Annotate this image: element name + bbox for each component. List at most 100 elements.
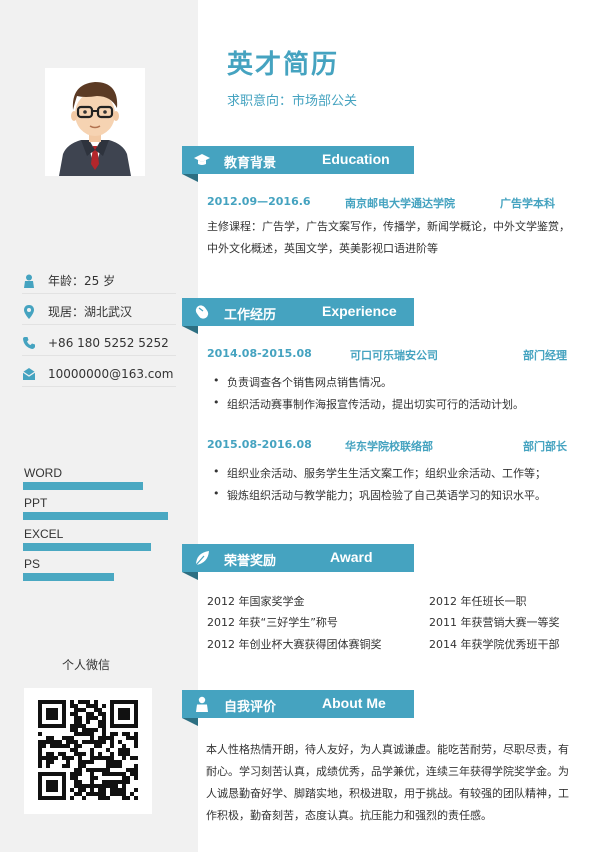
avatar-illustration: [45, 68, 145, 176]
qr-module: [74, 780, 78, 784]
courses-line-2: 中外文化概述，英国文学，英美影视口语进阶等: [207, 242, 438, 255]
qr-module: [106, 784, 110, 788]
avatar: [45, 68, 145, 176]
qr-module: [82, 752, 86, 756]
qr-module: [74, 712, 78, 716]
section-title-en: Award: [330, 549, 373, 565]
qr-module: [98, 708, 102, 712]
qr-module: [102, 712, 106, 716]
qr-module: [58, 740, 62, 744]
qr-module: [82, 764, 86, 768]
qr-module: [90, 752, 94, 756]
qr-module: [94, 744, 98, 748]
skill-bar-ps: [23, 573, 114, 581]
header-fold: [182, 174, 198, 182]
qr-module: [74, 724, 78, 728]
qr-module: [98, 756, 102, 760]
qr-module: [126, 732, 130, 736]
qr-module: [70, 700, 74, 704]
bullet-text: 负责调查各个销售网点销售情况。: [227, 376, 392, 389]
qr-module: [86, 732, 90, 736]
qr-module: [62, 756, 66, 760]
qr-module: [94, 728, 98, 732]
qr-finder: [46, 708, 58, 720]
award-item: 2012 年任班长一职: [429, 595, 527, 608]
qr-module: [70, 728, 74, 732]
graduation-cap-icon: [194, 154, 210, 165]
qr-module: [66, 744, 70, 748]
qr-module: [58, 744, 62, 748]
qr-module: [98, 712, 102, 716]
section-header-about: 自我评价 About Me: [182, 690, 414, 726]
section-title-en: Education: [322, 151, 390, 167]
person-icon: [196, 696, 208, 712]
qr-module: [94, 716, 98, 720]
qr-module: [122, 756, 126, 760]
qr-module: [102, 784, 106, 788]
qr-module: [106, 748, 110, 752]
qr-module: [106, 796, 110, 800]
qr-module: [114, 764, 118, 768]
qr-module: [126, 780, 130, 784]
qr-module: [102, 792, 106, 796]
qr-module: [46, 760, 50, 764]
qr-module: [66, 756, 70, 760]
qr-module: [54, 740, 58, 744]
section-title-zh: 荣誉奖励: [224, 554, 277, 569]
qr-module: [134, 764, 138, 768]
qr-module: [110, 792, 114, 796]
qr-module: [134, 788, 138, 792]
qr-module: [66, 764, 70, 768]
job-company: 可口可乐瑞安公司: [350, 349, 438, 362]
qr-module: [90, 792, 94, 796]
mouse-icon: [195, 305, 209, 319]
bullet-text: 组织活动赛事制作海报宣传活动，提出切实可行的活动计划。: [227, 398, 524, 411]
courses-line-1: 主修课程：广告学，广告文案写作，传播学，新闻学概论，中外文学鉴赏，: [207, 220, 570, 233]
qr-module: [102, 796, 106, 800]
resume-page: 年龄：25 岁 现居：湖北武汉 +86 180 5252 5252 100000…: [0, 0, 604, 852]
qr-module: [74, 708, 78, 712]
qr-module: [70, 736, 74, 740]
qr-module: [78, 708, 82, 712]
qr-module: [78, 724, 82, 728]
qr-module: [42, 744, 46, 748]
qr-module: [70, 740, 74, 744]
main-content: 英才简历 求职意向：市场部公关 教育背景 Education 2012.09—2…: [182, 0, 604, 852]
qr-module: [114, 772, 118, 776]
qr-module: [118, 748, 122, 752]
qr-module: [94, 740, 98, 744]
job-company: 华东学院校联络部: [345, 440, 433, 453]
qr-module: [102, 728, 106, 732]
qr-module: [126, 796, 130, 800]
qr-module: [38, 756, 42, 760]
skill-bar-excel: [23, 543, 151, 551]
qr-module: [62, 736, 66, 740]
qr-module: [106, 780, 110, 784]
qr-module: [110, 760, 114, 764]
qr-module: [110, 772, 114, 776]
qr-module: [134, 796, 138, 800]
skill-label-word: WORD: [24, 466, 62, 480]
qr-module: [94, 700, 98, 704]
qr-module: [90, 736, 94, 740]
phone-text: +86 180 5252 5252: [48, 335, 169, 350]
qr-module: [78, 716, 82, 720]
wechat-qr-code: [24, 688, 152, 814]
qr-module: [82, 784, 86, 788]
qr-module: [38, 740, 42, 744]
qr-module: [58, 752, 62, 756]
qr-module: [86, 784, 90, 788]
qr-module: [110, 736, 114, 740]
qr-module: [82, 740, 86, 744]
qr-module: [118, 788, 122, 792]
qr-module: [90, 728, 94, 732]
section-title-zh: 自我评价: [224, 700, 277, 715]
skill-label-ppt: PPT: [24, 496, 48, 510]
qr-module: [90, 732, 94, 736]
qr-module: [74, 728, 78, 732]
qr-module: [74, 748, 78, 752]
qr-module: [122, 752, 126, 756]
skill-bar-word: [23, 482, 143, 490]
qr-module: [118, 740, 122, 744]
about-text: 本人性格热情开朗，待人友好，为人真诚谦虚。能吃苦耐劳，尽职尽责，有耐心。学习刻苦…: [206, 743, 569, 822]
